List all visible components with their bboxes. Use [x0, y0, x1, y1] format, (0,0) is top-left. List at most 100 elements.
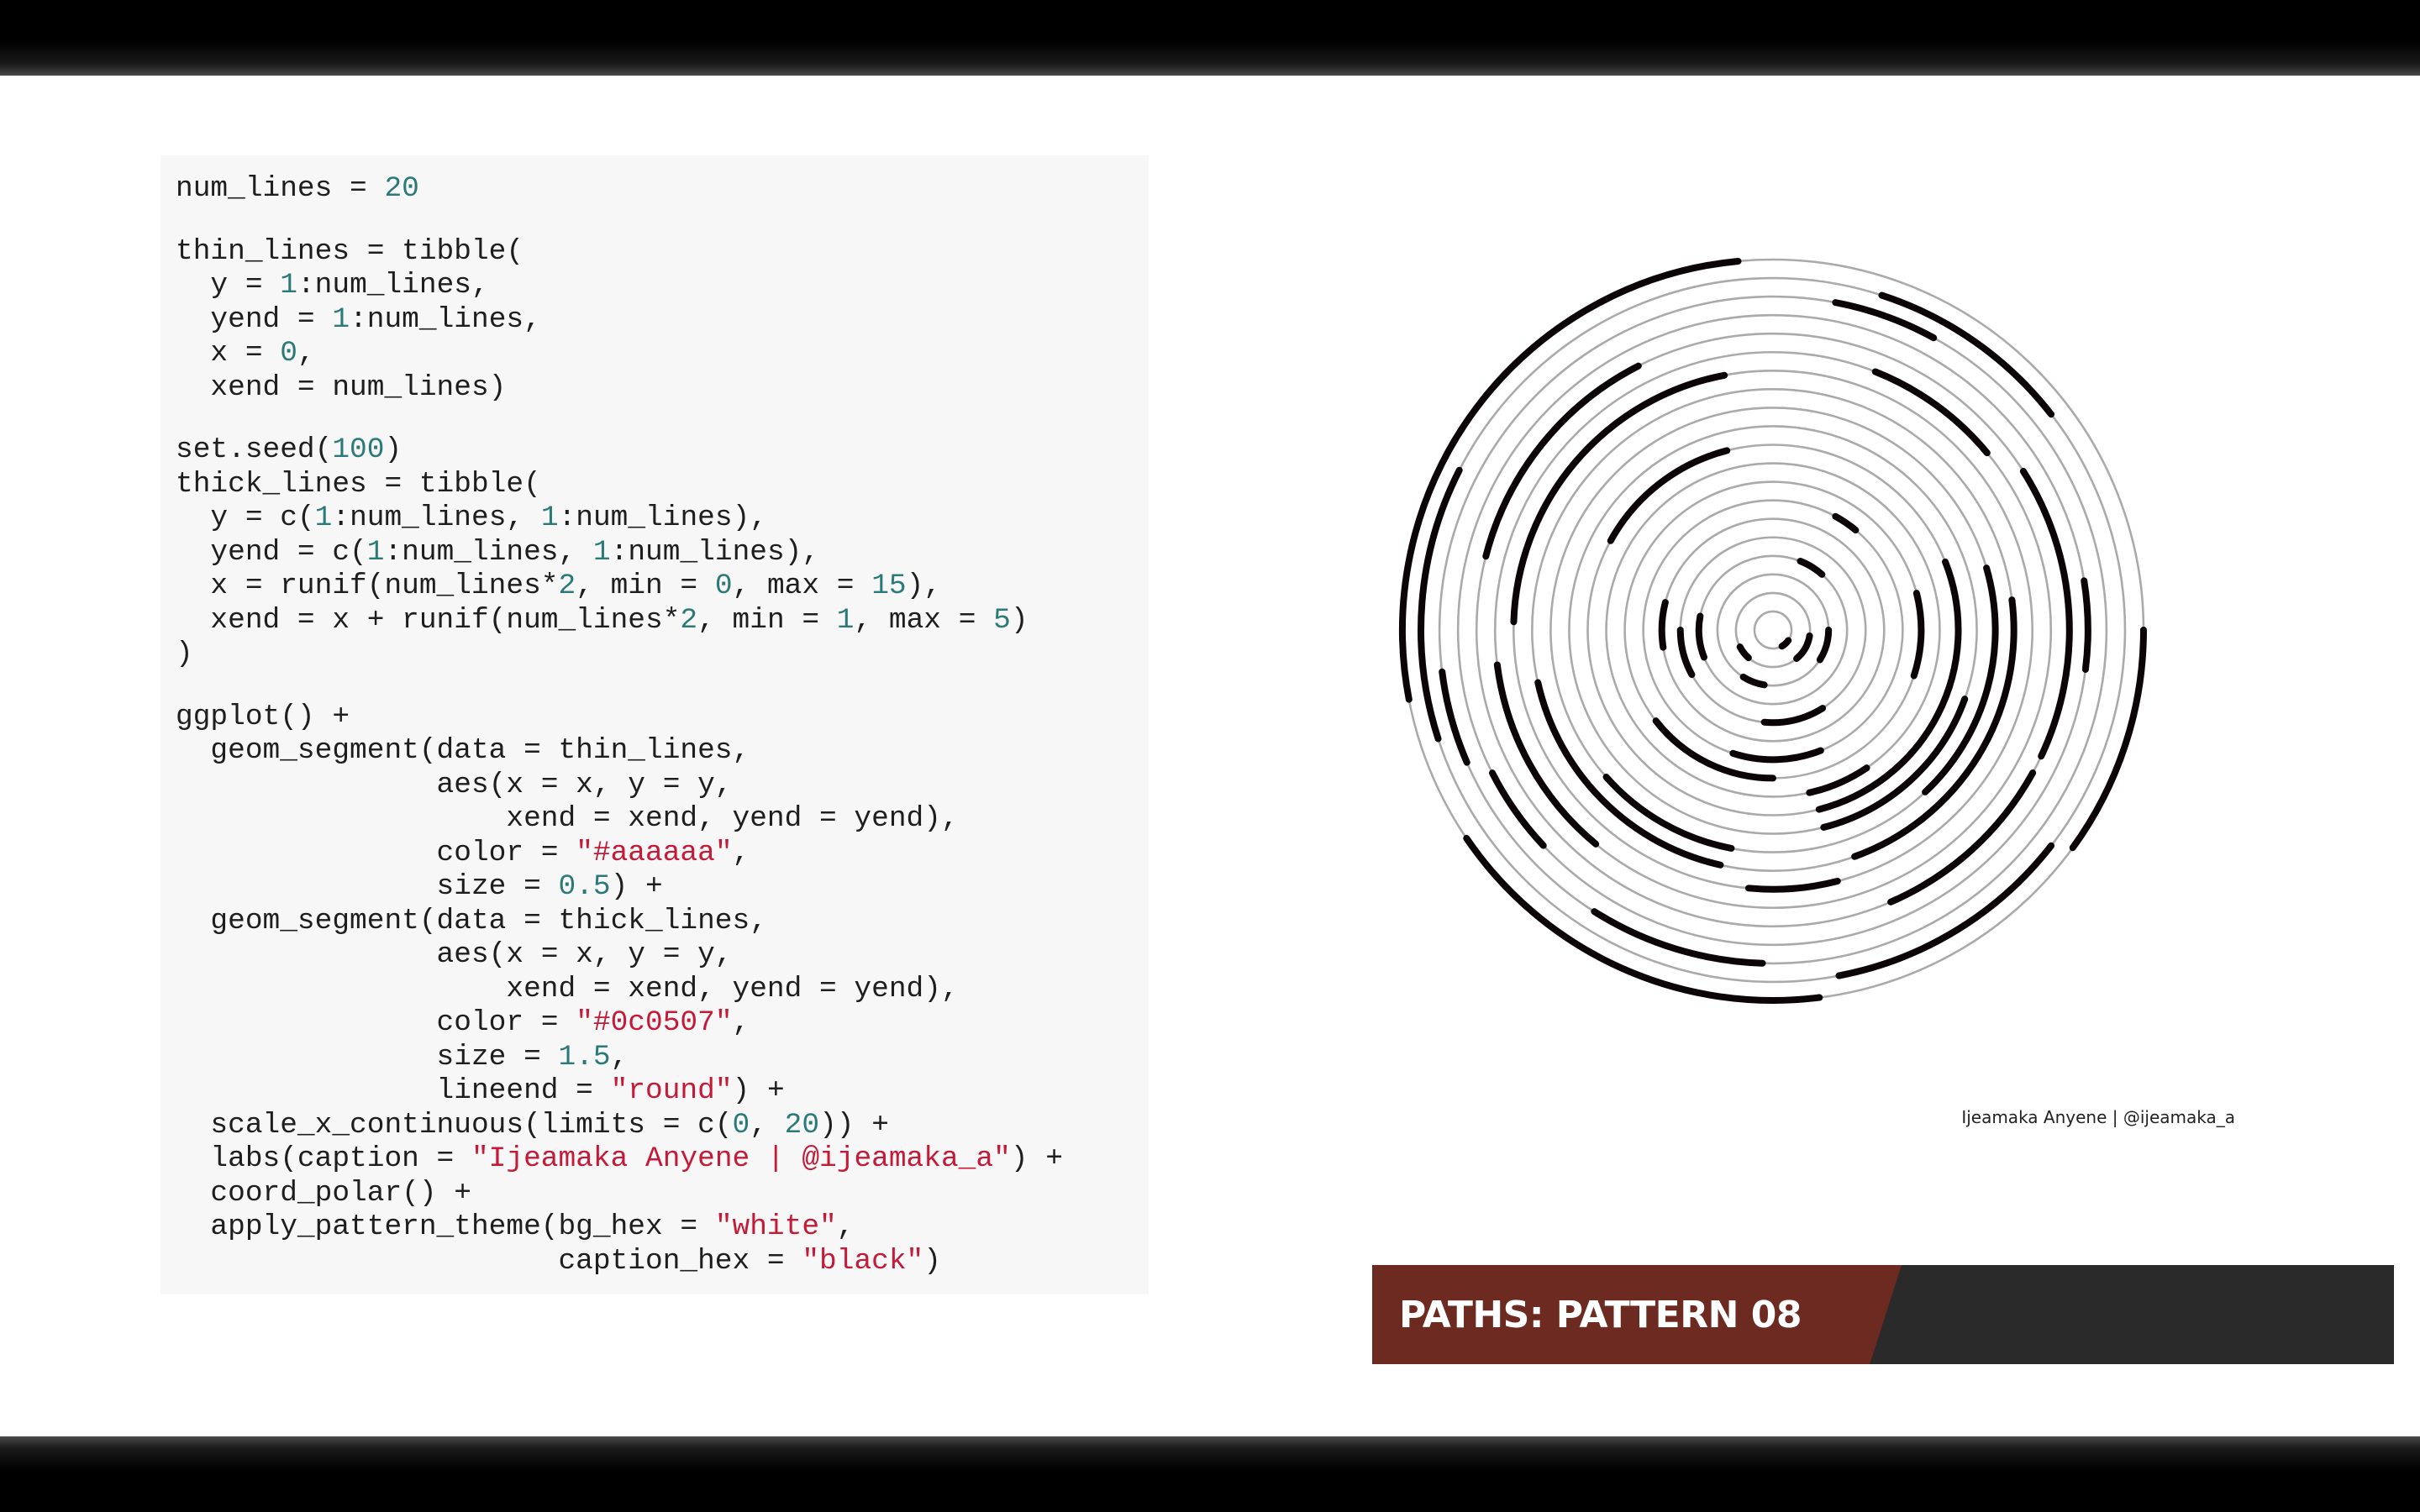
code-token: 20 [384, 172, 419, 205]
code-token: "#aaaaaa" [576, 836, 733, 869]
thin-ring [1679, 536, 1867, 724]
code-token: thick_lines = tibble( [176, 467, 541, 501]
code-token: xend = xend, yend = yend), [176, 802, 959, 835]
code-token: thin_lines = tibble( [176, 234, 524, 268]
code-token: xend = x + runif(num_lines* [176, 603, 681, 637]
code-token: caption_hex = [176, 1244, 802, 1278]
code-token: 1 [314, 501, 333, 534]
code-token: aes(x = x, y = y, [176, 938, 733, 971]
thin-ring [1605, 462, 1941, 798]
code-token: xend = num_lines) [176, 370, 507, 404]
code-line: y = c(1:num_lines, 1:num_lines), [176, 501, 1134, 536]
code-token: geom_segment(data = thin_lines, [176, 734, 750, 767]
code-token: "#0c0507" [576, 1006, 733, 1039]
code-token: "white" [714, 1210, 837, 1243]
code-token: )) + [819, 1108, 889, 1142]
code-line: aes(x = x, y = y, [176, 769, 1134, 803]
code-token: , [610, 1040, 629, 1074]
code-token: aes(x = x, y = y, [176, 768, 733, 801]
code-token: size = [176, 1040, 559, 1074]
code-token: , max = [732, 570, 872, 602]
code-line: color = "#0c0507", [176, 1006, 1134, 1041]
code-line: xend = xend, yend = yend), [176, 973, 1134, 1007]
code-line: geom_segment(data = thin_lines, [176, 734, 1134, 769]
thick-segment [1793, 632, 1813, 662]
code-token: :num_lines, [384, 535, 593, 569]
thick-segment [1676, 627, 1696, 679]
code-token: apply_pattern_theme(bg_hex = [176, 1210, 715, 1243]
code-token: "black" [802, 1244, 924, 1278]
code-token: :num_lines), [558, 501, 767, 534]
code-line: labs(caption = "Ijeamaka Anyene | @ijeam… [176, 1142, 1134, 1177]
code-line: set.seed(100) [176, 433, 1134, 468]
thick-segment [1463, 834, 1823, 1004]
code-token: :num_lines, [332, 501, 541, 534]
thick-segment [1695, 612, 1707, 661]
code-token: , min = [576, 570, 715, 602]
code-token: ), [906, 570, 942, 602]
code-line: geom_segment(data = thick_lines, [176, 905, 1134, 939]
code-line: ggplot() + [176, 701, 1134, 735]
code-line: lineend = "round") + [176, 1074, 1134, 1109]
code-token: 1.5 [558, 1040, 611, 1074]
code-token: y = [176, 269, 281, 302]
code-line: thick_lines = tibble( [176, 468, 1134, 502]
code-token: yend = c( [176, 535, 367, 569]
code-token: 1 [836, 603, 855, 637]
code-token: , [732, 1006, 750, 1039]
code-token: , [732, 836, 750, 869]
code-token: yend = [176, 302, 333, 336]
code-token: ggplot() + [176, 700, 350, 733]
code-line: coord_polar() + [176, 1177, 1134, 1211]
code-token: size = [176, 870, 559, 903]
code-token: 1 [366, 535, 385, 569]
code-line: num_lines = 20 [176, 172, 1134, 207]
code-token: :num_lines, [297, 269, 489, 302]
thin-ring [1438, 295, 2108, 965]
code-token: 2 [558, 570, 576, 602]
code-token: :num_lines, [350, 302, 541, 336]
letterbox-bottom [0, 1436, 2420, 1512]
code-token: 0 [714, 570, 733, 602]
code-token: scale_x_continuous(limits = c( [176, 1108, 733, 1142]
code-line: size = 1.5, [176, 1041, 1134, 1075]
code-token: 1 [540, 501, 559, 534]
thick-segment [2081, 577, 2091, 673]
code-token: set.seed( [176, 433, 333, 466]
thick-segment [1729, 747, 1824, 764]
code-token: , [297, 337, 315, 370]
code-line: scale_x_continuous(limits = c(0, 20)) + [176, 1109, 1134, 1143]
code-token: 5 [993, 603, 1011, 637]
thick-segment [1602, 773, 1735, 852]
thick-segment [1739, 673, 1768, 689]
code-token: labs(caption = [176, 1142, 471, 1175]
code-token: 1 [592, 535, 611, 569]
code-line: caption_hex = "black") [176, 1245, 1134, 1279]
code-token: 0 [732, 1108, 750, 1142]
plot-caption: Ijeamaka Anyene | @ijeamaka_a [1961, 1107, 2235, 1127]
code-token: 1 [280, 269, 297, 302]
code-line: x = runif(num_lines*2, min = 0, max = 15… [176, 570, 1134, 604]
code-line: yend = 1:num_lines, [176, 303, 1134, 338]
code-line: ) [176, 638, 1134, 672]
thin-ring [1660, 517, 1886, 743]
code-token: :num_lines), [610, 535, 820, 569]
code-token: , max = [854, 603, 994, 637]
code-token: ) + [1010, 1142, 1063, 1175]
code-line: thin_lines = tibble( [176, 235, 1134, 270]
slide-title: PATHS: PATTERN 08 [1399, 1293, 1802, 1336]
code-token: x = runif(num_lines* [176, 570, 559, 602]
thick-segment [1797, 557, 1826, 578]
code-token: "Ijeamaka Anyene | @ijeamaka_a" [471, 1142, 1011, 1175]
code-token: ) [384, 433, 402, 466]
code-token: , [836, 1210, 855, 1243]
code-token: xend = xend, yend = yend), [176, 972, 959, 1005]
code-token: x = [176, 337, 281, 370]
code-token: 0.5 [558, 870, 611, 903]
code-token: color = [176, 836, 576, 869]
code-token: ) + [732, 1074, 785, 1107]
code-line: y = 1:num_lines, [176, 269, 1134, 303]
code-token: color = [176, 1006, 576, 1039]
